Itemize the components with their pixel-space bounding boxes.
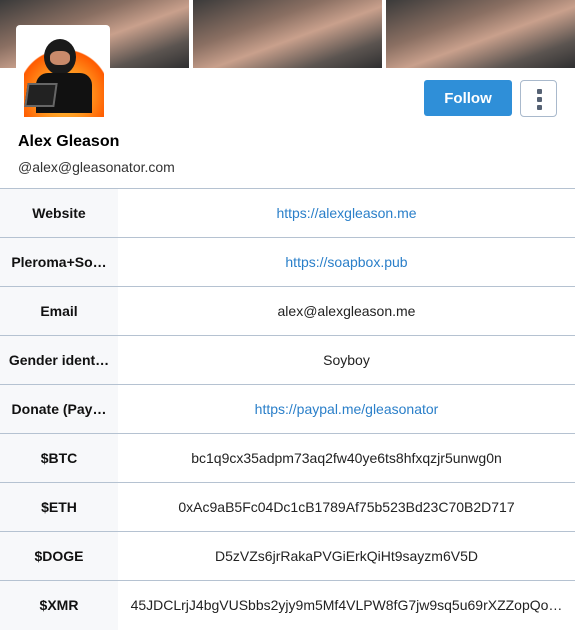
field-value: https://alexgleason.me — [118, 189, 575, 238]
profile-field-row: Pleroma+So… https://soapbox.pub — [0, 237, 575, 287]
field-value: alex@alexgleason.me — [277, 303, 416, 319]
field-value: https://paypal.me/gleasonator — [118, 385, 575, 434]
field-value: 0xAc9aB5Fc04Dc1cB1789Af75b523Bd23C70B2D7… — [178, 499, 515, 515]
account-handle: @alex@gleasonator.com — [18, 159, 175, 175]
field-value: D5zVZs6jrRakaPVGiErkQiHt9sayzm6V5D — [215, 548, 478, 564]
display-name: Alex Gleason — [18, 133, 120, 150]
field-value: 45JDCLrjJ4bgVUSbbs2yjy9m5Mf4VLPW8fG7jw9s… — [130, 597, 563, 614]
field-label: $ETH — [0, 482, 118, 532]
profile-field-row: $DOGE D5zVZs6jrRakaPVGiErkQiHt9sayzm6V5D — [0, 531, 575, 581]
profile-field-row: $BTC bc1q9cx35adpm73aq2fw40ye6ts8hfxqzjr5… — [0, 433, 575, 483]
field-value: bc1q9cx35adpm73aq2fw40ye6ts8hfxqzjr5unwg… — [191, 450, 502, 466]
profile-field-row: Gender ident… Soyboy — [0, 335, 575, 385]
avatar[interactable] — [16, 25, 110, 117]
field-label: Donate (Pay… — [0, 384, 118, 434]
profile-field-row: Email alex@alexgleason.me — [0, 286, 575, 336]
avatar-laptop — [24, 83, 58, 107]
banner-image — [193, 0, 382, 68]
field-label: $DOGE — [0, 531, 118, 581]
profile-field-row: Donate (Pay… https://paypal.me/gleasonato… — [0, 384, 575, 434]
field-link[interactable]: https://paypal.me/gleasonator — [255, 401, 439, 417]
field-label: Email — [0, 286, 118, 336]
field-label: Pleroma+So… — [0, 237, 118, 287]
field-label: Website — [0, 188, 118, 238]
more-options-button[interactable] — [520, 80, 557, 117]
profile-fields-table: Website https://alexgleason.me Pleroma+So…… — [0, 188, 575, 630]
field-value: Soyboy — [323, 352, 370, 368]
avatar-face — [50, 51, 70, 65]
field-label: $BTC — [0, 433, 118, 483]
field-label: Gender ident… — [0, 335, 118, 385]
field-value: https://soapbox.pub — [118, 238, 575, 287]
field-label: $XMR — [0, 580, 118, 630]
banner-image — [386, 0, 575, 68]
profile-field-row: Website https://alexgleason.me — [0, 188, 575, 238]
profile-field-row: $ETH 0xAc9aB5Fc04Dc1cB1789Af75b523Bd23C70… — [0, 482, 575, 532]
field-link[interactable]: https://alexgleason.me — [276, 205, 416, 221]
profile-field-row: $XMR 45JDCLrjJ4bgVUSbbs2yjy9m5Mf4VLPW8fG7… — [0, 580, 575, 630]
field-link[interactable]: https://soapbox.pub — [285, 254, 407, 270]
follow-button[interactable]: Follow — [424, 80, 512, 116]
